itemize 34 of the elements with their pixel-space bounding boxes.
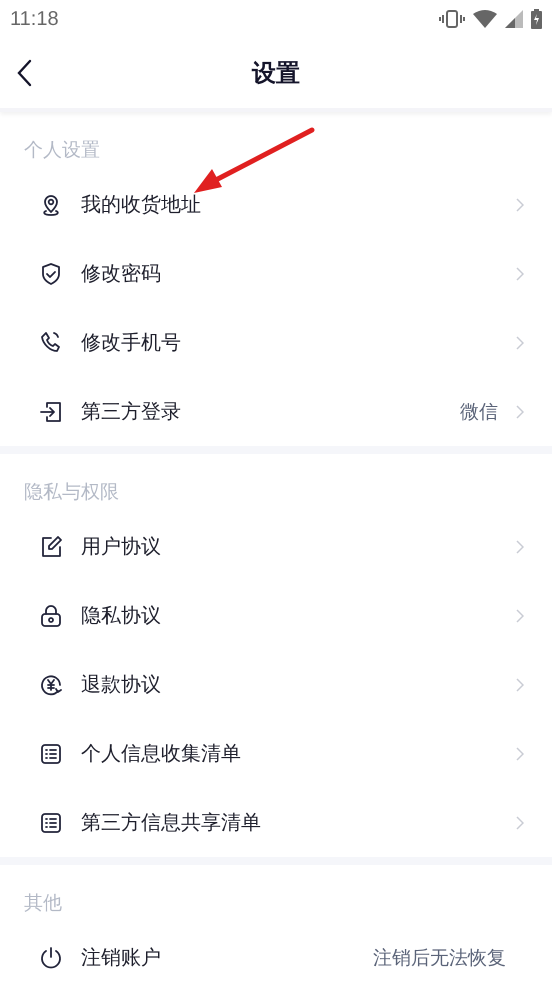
- settings-row[interactable]: 第三方登录 微信: [0, 377, 552, 446]
- section-title: 其他: [24, 891, 62, 916]
- row-label: 第三方登录: [81, 398, 182, 425]
- settings-row[interactable]: 退款协议: [0, 650, 552, 719]
- status-time: 11:18: [10, 8, 59, 30]
- settings-row[interactable]: 第三方信息共享清单: [0, 788, 552, 857]
- row-label: 用户协议: [81, 533, 162, 560]
- row-value: 注销后无法恢复: [373, 946, 506, 970]
- page-title: 设置: [252, 58, 300, 89]
- wifi-icon: [473, 10, 497, 28]
- vibrate-icon: [439, 10, 465, 28]
- signal-icon: [505, 10, 523, 28]
- section-title: 隐私与权限: [24, 480, 119, 505]
- settings-row[interactable]: 我的收货地址: [0, 170, 552, 239]
- row-label: 我的收货地址: [81, 191, 202, 218]
- row-label: 注销账户: [81, 944, 162, 971]
- row-value: 微信: [460, 400, 498, 424]
- row-label: 修改密码: [81, 260, 162, 287]
- settings-row[interactable]: 个人信息收集清单: [0, 719, 552, 788]
- row-label: 个人信息收集清单: [81, 740, 242, 767]
- settings-row[interactable]: 修改密码: [0, 239, 552, 308]
- row-label: 隐私协议: [81, 602, 162, 629]
- section-title: 个人设置: [24, 138, 100, 163]
- back-icon: [16, 59, 32, 87]
- settings-row[interactable]: 注销账户 注销后无法恢复: [0, 923, 552, 981]
- row-label: 修改手机号: [81, 329, 182, 356]
- row-label: 退款协议: [81, 671, 162, 698]
- lock-icon: [38, 602, 64, 628]
- settings-row[interactable]: 用户协议: [0, 512, 552, 581]
- row-label: 第三方信息共享清单: [81, 809, 262, 836]
- power-icon: [38, 944, 64, 970]
- settings-row[interactable]: 修改手机号: [0, 308, 552, 377]
- settings-row[interactable]: 隐私协议: [0, 581, 552, 650]
- battery-icon: [531, 9, 542, 29]
